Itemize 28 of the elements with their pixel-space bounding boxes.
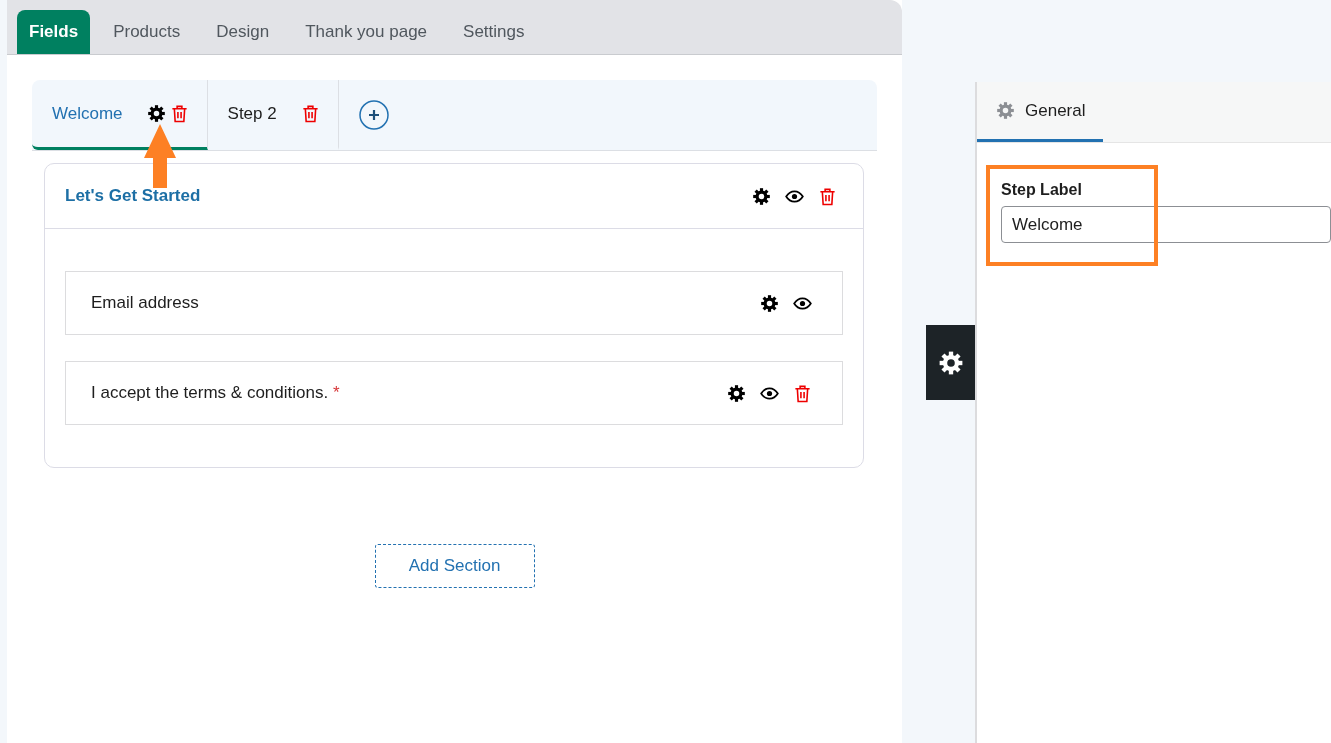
annotation-arrow bbox=[144, 124, 176, 188]
add-section-button[interactable]: Add Section bbox=[374, 544, 535, 588]
section-title: Let's Get Started bbox=[65, 186, 201, 206]
gear-icon[interactable] bbox=[146, 104, 166, 123]
trash-icon[interactable] bbox=[818, 186, 837, 206]
step-label-input[interactable]: Welcome bbox=[1001, 206, 1331, 243]
step-tab[interactable]: Step 2 bbox=[207, 80, 339, 150]
main-tab[interactable]: Thank you page bbox=[287, 10, 446, 54]
main-tab[interactable]: Settings bbox=[445, 10, 543, 54]
field-label: I accept the terms & conditions. * bbox=[91, 383, 340, 403]
settings-toggle-button[interactable] bbox=[926, 325, 975, 400]
trash-icon[interactable] bbox=[169, 104, 189, 123]
field-label: Email address bbox=[91, 293, 199, 313]
gear-icon[interactable] bbox=[727, 383, 746, 403]
trash-icon[interactable] bbox=[300, 104, 320, 123]
gear-icon[interactable] bbox=[937, 349, 964, 376]
field-label: Step Label bbox=[1001, 181, 1083, 199]
main-tab[interactable]: Design bbox=[198, 10, 288, 54]
form-field-row[interactable]: Email address bbox=[65, 271, 843, 335]
step-label[interactable]: Step 2 bbox=[227, 103, 277, 124]
form-field-row[interactable]: I accept the terms & conditions. * bbox=[65, 361, 843, 425]
step-label[interactable]: Welcome bbox=[52, 103, 123, 124]
add-step-icon[interactable] bbox=[358, 100, 389, 130]
main-tab[interactable]: Products bbox=[95, 10, 199, 54]
trash-icon[interactable] bbox=[793, 383, 812, 403]
main-tab[interactable]: Fields bbox=[17, 10, 91, 54]
gear-icon[interactable] bbox=[752, 186, 771, 206]
gear-icon[interactable] bbox=[760, 293, 779, 313]
